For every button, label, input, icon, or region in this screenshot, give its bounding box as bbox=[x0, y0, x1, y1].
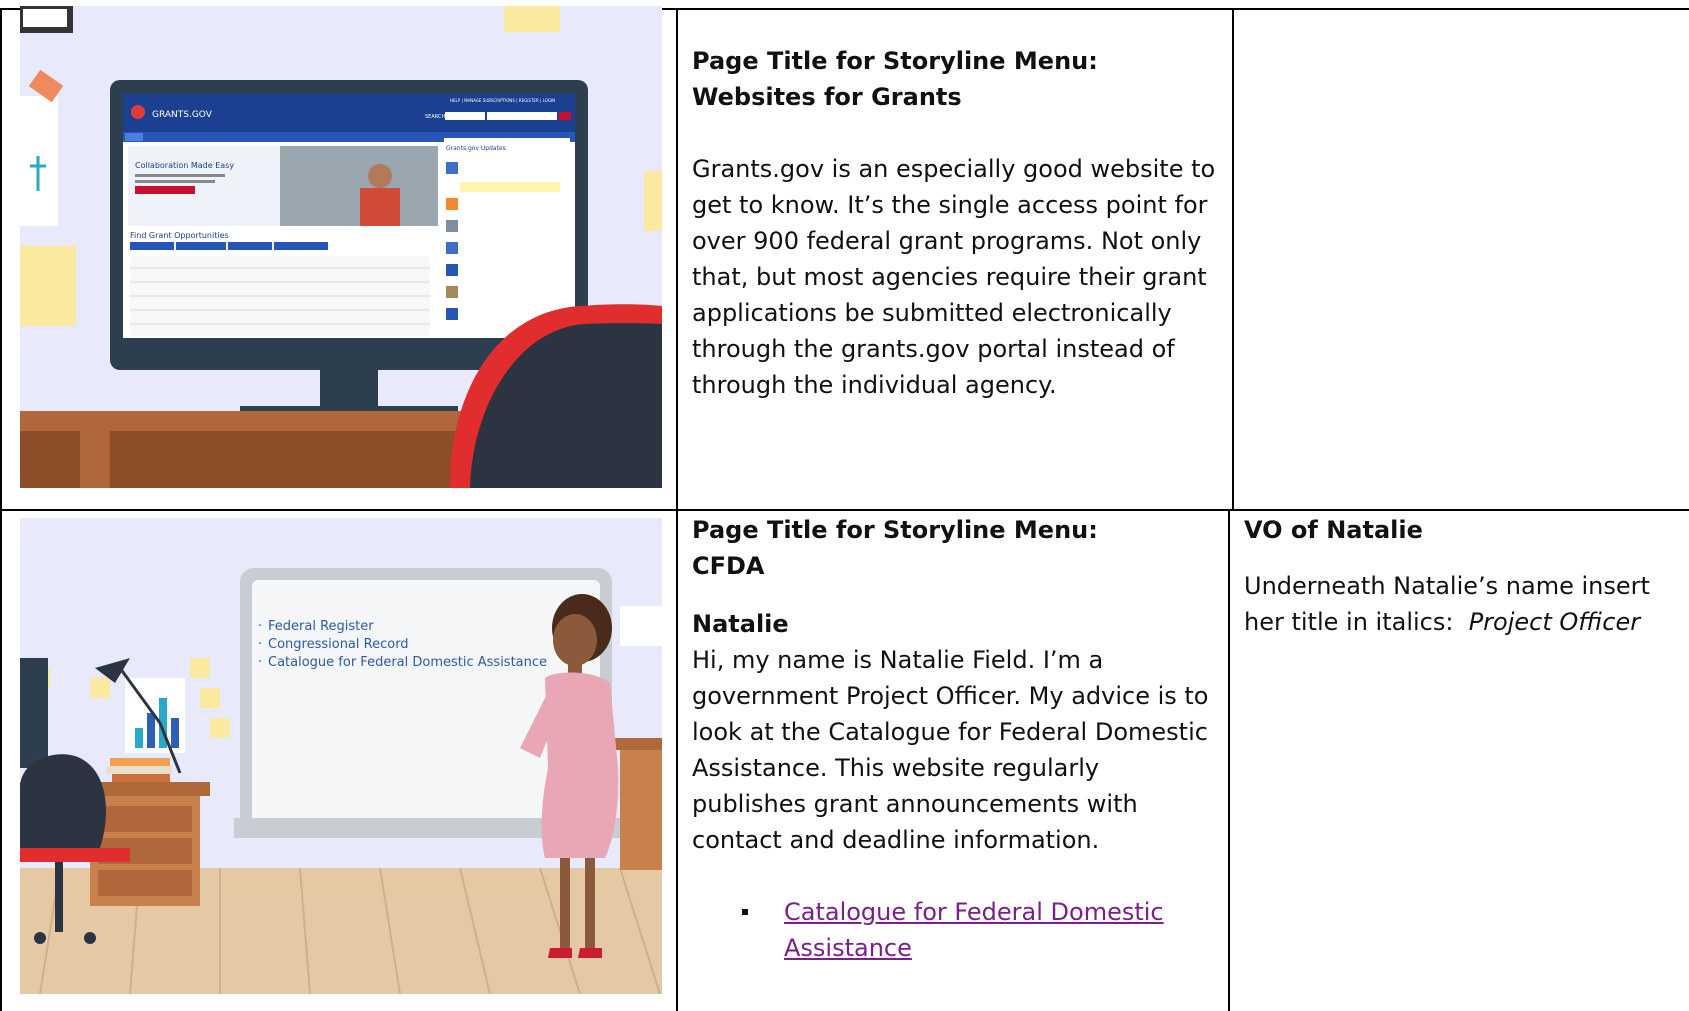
vo-note-italic: Project Officer bbox=[1468, 608, 1641, 636]
svg-text:HELP | MANAGE SUBSCRIPTIONS |: HELP | MANAGE SUBSCRIPTIONS | REGISTER |… bbox=[450, 98, 555, 103]
site-name: GRANTS.GOV bbox=[152, 110, 213, 120]
row1-content: Page Title for Storyline Menu: Websites … bbox=[692, 43, 1217, 403]
row2-title-label: Page Title for Storyline Menu: bbox=[692, 516, 1098, 544]
natalie-classroom-scene-image: Federal Register Congressional Record Ca… bbox=[20, 518, 662, 994]
svg-text:Collaboration Made Easy: Collaboration Made Easy bbox=[135, 161, 234, 170]
svg-text:Grants.gov Updates: Grants.gov Updates bbox=[446, 145, 506, 152]
vo-heading: VO of Natalie bbox=[1244, 516, 1423, 544]
table-column-divider-1 bbox=[676, 8, 678, 1011]
svg-text:SEARCH: SEARCH bbox=[425, 114, 445, 120]
table-border-left bbox=[0, 8, 2, 1011]
cfda-link[interactable]: Catalogue for Federal Domestic Assistanc… bbox=[784, 894, 1217, 966]
bullet-square-icon bbox=[742, 909, 748, 915]
row1-title-label: Page Title for Storyline Menu: bbox=[692, 47, 1098, 75]
vo-note: Underneath Natalie’s name insert her tit… bbox=[1244, 568, 1674, 640]
table-column-divider-2b bbox=[1228, 509, 1230, 1011]
storyboard-table: GRANTS.GOV SEARCH HELP | MANAGE SUBSCRIP… bbox=[0, 0, 1689, 1011]
board-item-2: Congressional Record bbox=[268, 637, 409, 652]
row1-body: Grants.gov is an especially good website… bbox=[692, 155, 1216, 399]
svg-text:·: · bbox=[258, 637, 262, 652]
board-item-3: Catalogue for Federal Domestic Assistanc… bbox=[268, 655, 547, 670]
svg-text:Find Grant Opportunities: Find Grant Opportunities bbox=[130, 231, 229, 240]
row1-page-title: Websites for Grants bbox=[692, 83, 962, 111]
svg-text:·: · bbox=[258, 655, 262, 670]
grants-gov-scene-image: GRANTS.GOV SEARCH HELP | MANAGE SUBSCRIP… bbox=[20, 6, 662, 488]
table-column-divider-2 bbox=[1232, 8, 1234, 509]
table-row-divider bbox=[0, 509, 1689, 511]
row2-page-title: CFDA bbox=[692, 552, 765, 580]
row2-body: Hi, my name is Natalie Field. I’m a gove… bbox=[692, 646, 1209, 854]
row2-notes: VO of Natalie Underneath Natalie’s name … bbox=[1244, 512, 1674, 640]
row2-content: Page Title for Storyline Menu: CFDA Nata… bbox=[692, 512, 1217, 966]
svg-text:·: · bbox=[258, 619, 262, 634]
row2-link-bullet: Catalogue for Federal Domestic Assistanc… bbox=[692, 894, 1217, 966]
board-item-1: Federal Register bbox=[268, 619, 374, 634]
row2-speaker: Natalie bbox=[692, 610, 789, 638]
